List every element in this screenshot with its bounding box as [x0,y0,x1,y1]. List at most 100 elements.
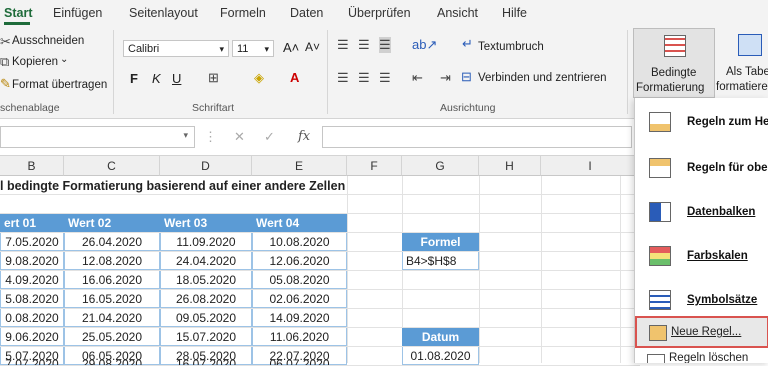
insert-function-icon[interactable]: fx [298,129,310,144]
table-cell[interactable]: 29.08.2020 [64,357,160,365]
tab-seitenlayout[interactable]: Seitenlayout [129,6,198,20]
table-header-cell[interactable]: Wert 04 [252,214,347,232]
table-cell[interactable]: 12.06.2020 [252,252,347,270]
highlight-rules-icon [649,112,671,132]
group-label-alignment: Ausrichtung [440,102,496,114]
table-cell[interactable]: 26.04.2020 [64,233,160,251]
table-cell[interactable]: 16.07.2020 [160,357,252,365]
table-cell[interactable]: 26.08.2020 [160,290,252,308]
cancel-icon[interactable]: ✕ [234,129,245,145]
menu-item-new-rule[interactable]: Neue Regel... [635,316,768,348]
tab-ansicht[interactable]: Ansicht [437,6,478,20]
table-cell[interactable]: 14.09.2020 [252,309,347,327]
font-name-select[interactable]: Calibri ▾ [123,40,229,57]
menu-item-color-scales[interactable]: Farbskalen [635,238,768,276]
menu-item-clear-rules[interactable]: Regeln löschen [635,352,768,363]
table-cell[interactable]: 12.08.2020 [64,252,160,270]
table-cell[interactable]: 06.07.2020 [252,357,347,365]
format-as-table-label-2[interactable]: formatiere [716,81,768,93]
table-cell[interactable]: 9.06.2020 [0,328,64,346]
font-color-icon[interactable]: A [290,70,299,85]
table-cell[interactable]: 4.09.2020 [0,271,64,289]
table-header-cell[interactable]: Wert 03 [160,214,252,232]
chevron-down-icon: ▾ [264,44,269,54]
menu-item-icon-sets[interactable]: Symbolsätze [635,282,768,320]
table-cell[interactable]: 5.08.2020 [0,290,64,308]
enter-icon[interactable]: ✓ [264,129,275,145]
name-box[interactable]: ▾ [0,126,195,148]
formula-input[interactable] [322,126,632,148]
table-cell[interactable]: 7.07.2020 [0,357,64,365]
table-cell[interactable]: 24.04.2020 [160,252,252,270]
table-cell[interactable]: 18.05.2020 [160,271,252,289]
tab-formeln[interactable]: Formeln [220,6,266,20]
column-header-c[interactable]: C [64,156,160,176]
conditional-formatting-button[interactable]: Bedingte Formatierung [633,28,715,98]
underline-button[interactable]: U [172,71,181,86]
italic-button[interactable]: K [152,71,161,86]
table-cell[interactable]: 7.05.2020 [0,233,64,251]
orientation-icon[interactable]: ab↗ [412,37,437,53]
table-cell[interactable]: 11.09.2020 [160,233,252,251]
table-cell[interactable]: 0.08.2020 [0,309,64,327]
tab-ueberpruefen[interactable]: Überprüfen [348,6,411,20]
indent-icon[interactable]: ⇤ [412,70,423,86]
table-cell[interactable]: 21.04.2020 [64,309,160,327]
tab-start[interactable]: Start [4,6,32,20]
align-center-icon[interactable]: ☰ [358,70,370,86]
column-header-e[interactable]: E [252,156,347,176]
date-header-cell[interactable]: Datum [402,328,479,346]
table-cell[interactable]: 15.07.2020 [160,328,252,346]
column-header-b[interactable]: B [0,156,64,176]
column-header-g[interactable]: G [402,156,479,176]
table-cell[interactable]: 11.06.2020 [252,328,347,346]
date-value-cell[interactable]: 01.08.2020 [402,347,479,365]
menu-item-highlight-rules[interactable]: Regeln zum Her [635,104,768,142]
cut-button[interactable]: Ausschneiden [12,35,84,47]
column-header-f[interactable]: F [347,156,402,176]
font-size-value: 11 [237,43,249,55]
format-painter-button[interactable]: Format übertragen [12,79,107,91]
font-size-select[interactable]: 11 ▾ [232,40,274,57]
table-header-cell[interactable]: Wert 02 [64,214,160,232]
conditional-formatting-icon [664,35,686,57]
grow-font-button[interactable]: A˄ [283,40,299,55]
tab-einfuegen[interactable]: Einfügen [53,6,102,20]
column-header-d[interactable]: D [160,156,252,176]
table-header-cell[interactable]: ert 01 [0,214,64,232]
table-cell[interactable]: 9.08.2020 [0,252,64,270]
menu-item-top-bottom-rules[interactable]: Regeln für obers [635,150,768,188]
column-header-h[interactable]: H [479,156,541,176]
worksheet-grid[interactable]: B C D E F G H I l bedingte Formatierung … [0,156,640,366]
borders-icon[interactable]: ⊞ [208,70,219,86]
merge-center-button[interactable]: Verbinden und zentrieren [478,72,607,84]
sheet-title[interactable]: l bedingte Formatierung basierend auf ei… [0,179,345,193]
outdent-icon[interactable]: ⇥ [440,70,451,86]
table-cell[interactable]: 16.05.2020 [64,290,160,308]
format-as-table-label-1[interactable]: Als Tabel [726,66,768,78]
bold-button[interactable]: F [130,71,138,86]
formula-header-cell[interactable]: Formel [402,233,479,251]
column-header-i[interactable]: I [541,156,640,176]
table-cell[interactable]: 05.08.2020 [252,271,347,289]
formula-value-cell[interactable]: B4>$H$8 [402,252,479,270]
table-cell[interactable]: 25.05.2020 [64,328,160,346]
fill-color-icon[interactable]: ◈ [254,70,264,86]
tab-hilfe[interactable]: Hilfe [502,6,527,20]
clear-rules-icon [647,354,665,363]
table-cell[interactable]: 09.05.2020 [160,309,252,327]
align-bottom-icon[interactable]: ☰ [379,37,391,53]
align-right-icon[interactable]: ☰ [379,70,391,86]
align-left-icon[interactable]: ☰ [337,70,349,86]
tab-daten[interactable]: Daten [290,6,323,20]
copy-dropdown-arrow[interactable]: ⌄ [60,54,68,65]
wrap-text-button[interactable]: Textumbruch [478,41,544,53]
menu-item-data-bars[interactable]: Datenbalken [635,194,768,232]
align-top-icon[interactable]: ☰ [337,37,349,53]
align-middle-icon[interactable]: ☰ [358,37,370,53]
shrink-font-button[interactable]: A˅ [305,40,320,54]
table-cell[interactable]: 16.06.2020 [64,271,160,289]
copy-button[interactable]: Kopieren [12,56,58,68]
table-cell[interactable]: 10.08.2020 [252,233,347,251]
table-cell[interactable]: 02.06.2020 [252,290,347,308]
